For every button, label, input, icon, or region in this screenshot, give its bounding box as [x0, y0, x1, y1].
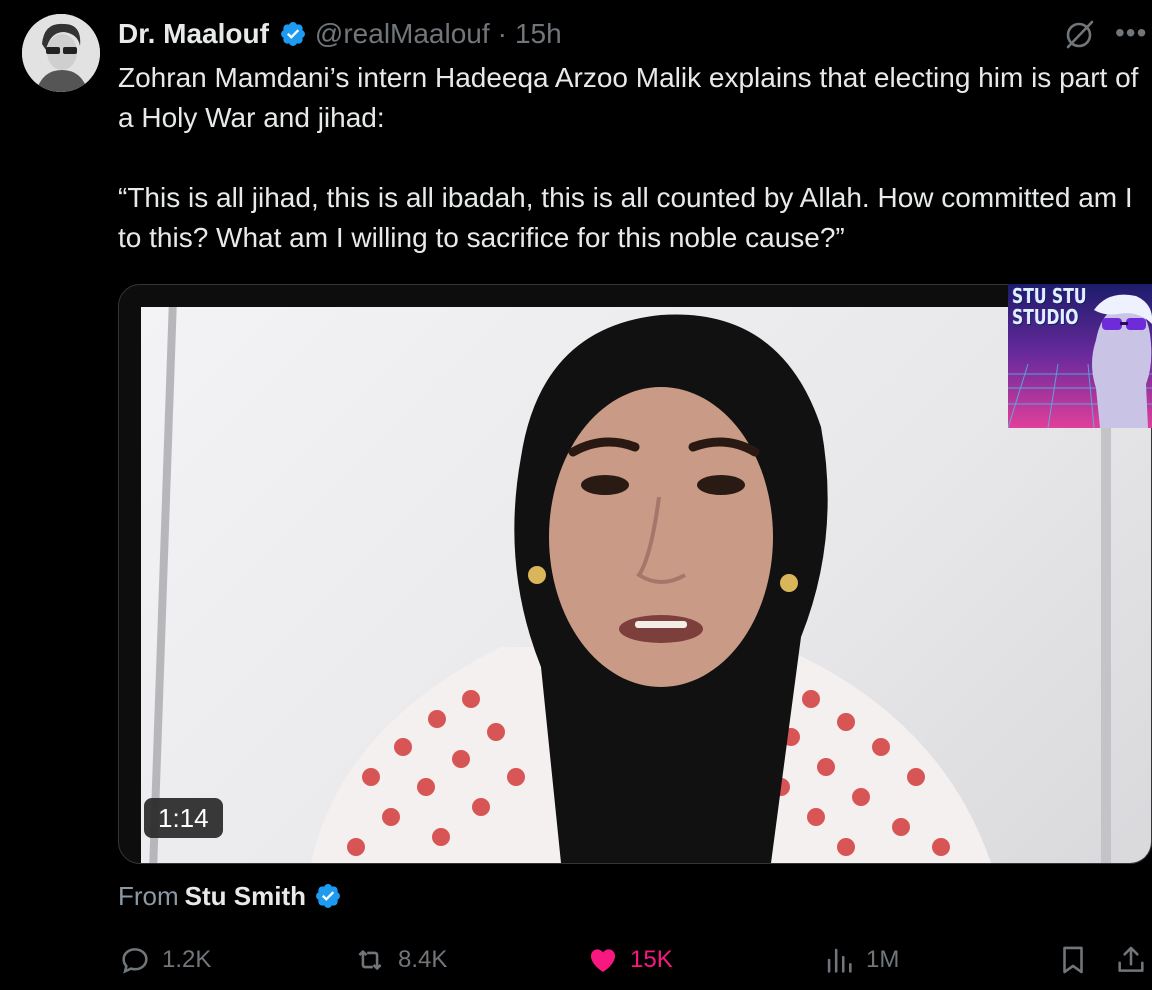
views-button[interactable]: 1M: [822, 938, 899, 982]
tweet-text: Zohran Mamdani’s intern Hadeeqa Arzoo Ma…: [118, 62, 1139, 253]
timestamp[interactable]: 15h: [515, 18, 562, 50]
views-icon: [827, 948, 852, 973]
grok-icon[interactable]: [1062, 18, 1096, 57]
author-handle[interactable]: @realMaalouf: [315, 18, 490, 50]
reply-icon: [122, 948, 148, 974]
repost-count: 8.4K: [398, 946, 448, 973]
video-player[interactable]: [118, 284, 1152, 864]
verified-badge-icon: [279, 20, 307, 48]
reply-button[interactable]: 1.2K: [118, 938, 211, 982]
video-duration-badge: 1:14: [144, 798, 223, 838]
from-label: From: [118, 880, 179, 911]
verified-badge-icon: [314, 882, 342, 910]
author-name[interactable]: Dr. Maalouf: [118, 18, 269, 50]
video-source: From Stu Smith: [118, 876, 350, 916]
logo-text: STU STU STUDIO: [1012, 284, 1087, 329]
tweet-header: Dr. Maalouf @realMaalouf · 15h: [118, 14, 562, 54]
video-frame: [141, 307, 1151, 863]
heart-icon: [590, 949, 616, 973]
like-button[interactable]: 15K: [586, 938, 673, 982]
views-count: 1M: [866, 946, 900, 973]
source-name[interactable]: Stu Smith: [185, 881, 306, 912]
more-icon[interactable]: •••: [1115, 18, 1147, 48]
avatar-image: [22, 14, 100, 92]
repost-icon: [358, 950, 382, 970]
stu-stu-studio-logo: STU STU STUDIO: [1008, 284, 1152, 428]
video-thumbnail-person: [311, 314, 991, 863]
bookmark-icon: [1063, 946, 1083, 974]
like-count: 15K: [630, 946, 673, 973]
reply-count: 1.2K: [162, 946, 212, 973]
share-icon: [1118, 946, 1144, 972]
action-bar: 1.2K 8.4K 15K 1M: [0, 938, 1152, 982]
separator-dot: ·: [497, 18, 507, 49]
share-button[interactable]: [1114, 938, 1152, 982]
avatar[interactable]: [22, 14, 100, 92]
bookmark-button[interactable]: [1056, 938, 1100, 982]
repost-button[interactable]: 8.4K: [352, 938, 447, 982]
